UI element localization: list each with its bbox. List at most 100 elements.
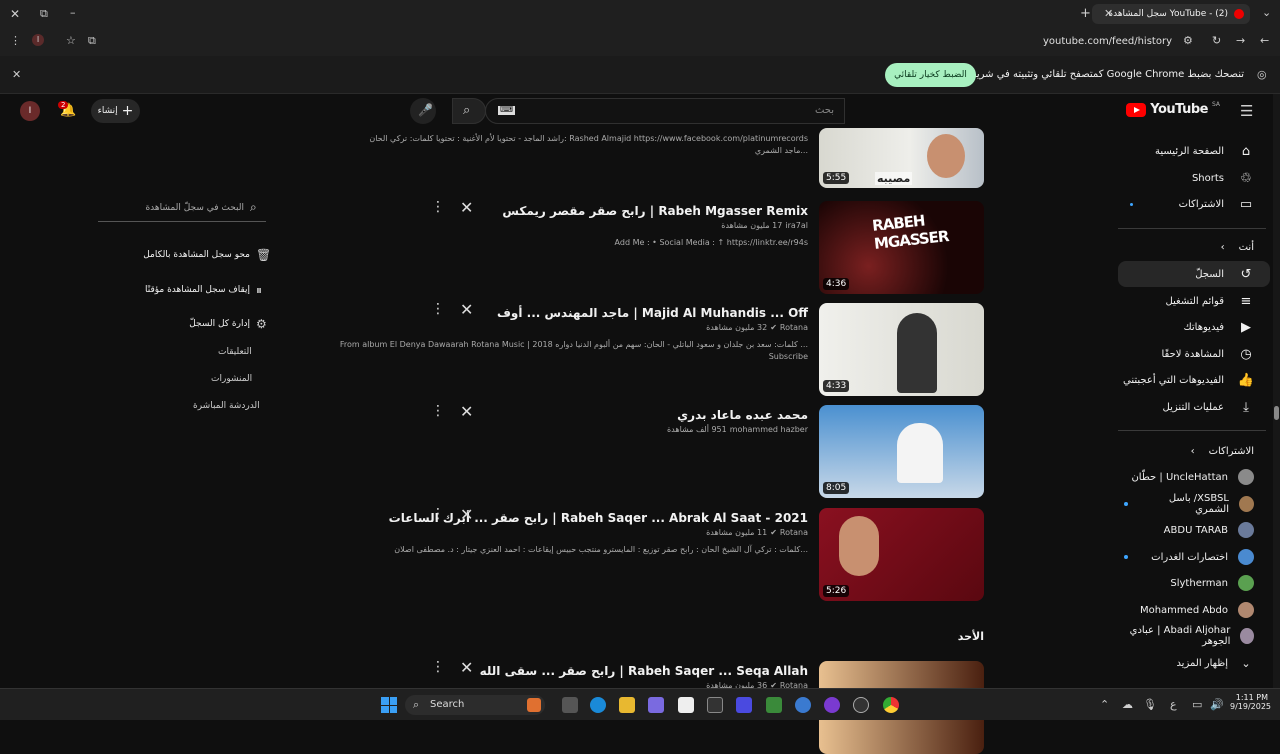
store-icon[interactable] <box>678 697 694 713</box>
taskbar-search[interactable]: ⌕ Search <box>405 695 545 715</box>
comments-link[interactable]: التعليقات <box>218 347 252 357</box>
manage-history-button[interactable]: ⚙ إدارة كل السجلّ <box>160 315 270 333</box>
channel-name[interactable]: Rotana <box>780 528 808 537</box>
sidebar-you-header[interactable]: أنت › <box>1118 234 1280 260</box>
sidebar-subscription[interactable]: UncleHattan | حطّان <box>1118 465 1280 489</box>
show-more-button[interactable]: ⌄ إظهار المزيد <box>1118 651 1280 675</box>
close-window-icon[interactable]: ✕ <box>10 8 20 20</box>
clear-history-button[interactable]: 🗑 محو سجل المشاهدة بالكامل <box>143 246 271 264</box>
tray-chevron-icon[interactable]: ⌃ <box>1100 699 1109 710</box>
sidebar-item-liked[interactable]: 👍 الفيديوهات التي أعجبتني <box>1118 367 1280 393</box>
remove-from-history-icon[interactable]: ✕ <box>460 300 473 319</box>
edge-icon[interactable] <box>590 697 606 713</box>
forward-icon[interactable]: → <box>1236 35 1245 46</box>
display-icon[interactable]: ▭ <box>1192 699 1202 710</box>
sidebar-subscription[interactable]: Mohammed Abdo <box>1118 598 1280 622</box>
video-thumbnail[interactable]: 4:33 <box>819 303 984 396</box>
video-title[interactable]: رابح صقر مقصر ريمكس | Rabeh Mgasser Remi… <box>502 204 808 218</box>
voice-search-button[interactable]: 🎤 <box>410 98 436 124</box>
remove-from-history-icon[interactable]: ✕ <box>460 198 473 217</box>
minimize-window-icon[interactable]: – <box>70 7 76 18</box>
sidebar-item-home[interactable]: ⌂ الصفحة الرئيسية <box>1118 138 1280 164</box>
globe-icon[interactable] <box>795 697 811 713</box>
remove-from-history-icon[interactable]: ✕ <box>460 505 473 524</box>
close-tab-icon[interactable]: ✕ <box>1104 8 1113 19</box>
page-scrollbar[interactable] <box>1273 94 1280 688</box>
bookmark-star-icon[interactable]: ☆ <box>66 35 76 46</box>
video-thumbnail[interactable]: 5:26 <box>819 508 984 601</box>
menu-dots-icon[interactable]: ⋮ <box>10 35 21 46</box>
chrome-taskbar-icon[interactable] <box>883 697 899 713</box>
avatar[interactable]: I <box>20 101 40 121</box>
search-input[interactable]: بحث ⌨ <box>485 98 845 124</box>
video-title[interactable]: رابح صقر ... أبرك الساعات | Rabeh Saqer … <box>389 511 808 525</box>
copilot-icon[interactable] <box>648 697 664 713</box>
channel-avatar <box>1238 549 1254 565</box>
channel-name[interactable]: Rotana <box>780 323 808 332</box>
sidebar-item-download[interactable]: ⤓ عمليات التنزيل <box>1118 394 1280 420</box>
language-icon[interactable]: ع <box>1170 699 1177 710</box>
guide-menu-icon[interactable]: ☰ <box>1240 104 1253 119</box>
sidebar-item-history[interactable]: ↺ السجلّ <box>1118 261 1270 287</box>
sidebar-item-playlists[interactable]: ≡ قوائم التشغيل <box>1118 288 1280 314</box>
more-actions-icon[interactable]: ⋮ <box>431 659 445 675</box>
keyboard-icon[interactable]: ⌨ <box>498 106 515 115</box>
clock[interactable]: 1:11 PM 9/19/2025 <box>1230 693 1271 711</box>
video-title[interactable]: محمد عبده ماعاد بدري <box>677 408 808 422</box>
posts-link[interactable]: المنشورات <box>211 374 252 384</box>
video-thumbnail[interactable]: 8:05 <box>819 405 984 498</box>
sidebar-subscriptions-header[interactable]: الاشتراكات › <box>1118 438 1280 464</box>
sidebar-item-watch-later[interactable]: ◷ المشاهدة لاحقًا <box>1118 341 1280 367</box>
sidebar-subscription[interactable]: ABDU TARAB <box>1118 518 1280 542</box>
pause-history-button[interactable]: ⏸ إيقاف سجل المشاهدة مؤقتًا <box>145 281 270 299</box>
file-explorer-icon[interactable] <box>619 697 635 713</box>
browser-tab[interactable]: YouTube - (2) سجل المشاهدة <box>1092 4 1250 24</box>
site-settings-icon[interactable]: ⚙ <box>1183 35 1193 46</box>
sidebar-subscription[interactable]: Slytherman <box>1118 571 1280 595</box>
set-default-button[interactable]: الضبط كخيار تلقائي <box>885 63 976 87</box>
reload-icon[interactable]: ↻ <box>1212 35 1221 46</box>
app-icon[interactable] <box>707 697 723 713</box>
channel-name[interactable]: mohammed hazber <box>730 425 808 434</box>
video-title[interactable]: ماجد المهندس ... أوف | Majid Al Muhandis… <box>497 306 808 320</box>
tab-search-icon[interactable]: ⌄ <box>1262 7 1271 18</box>
sidebar-subscription[interactable]: اختصارات الغدرات <box>1118 545 1280 569</box>
remove-from-history-icon[interactable]: ✕ <box>460 402 473 421</box>
more-actions-icon[interactable]: ⋮ <box>431 301 445 317</box>
vpn-icon[interactable] <box>736 697 752 713</box>
video-title[interactable]: رابح صقر ... سقى الله | Rabeh Saqer ... … <box>480 664 808 678</box>
live-chat-link[interactable]: الدردشة المباشرة <box>193 401 260 411</box>
volume-icon[interactable]: 🔊 <box>1210 699 1224 710</box>
close-infobar-icon[interactable]: ✕ <box>12 69 21 80</box>
network-icon[interactable]: ☁ <box>1122 699 1133 710</box>
profile-icon[interactable]: I <box>32 34 44 46</box>
restore-window-icon[interactable]: ⧉ <box>40 8 48 19</box>
back-icon[interactable]: ← <box>1260 35 1269 46</box>
video-thumbnail[interactable]: مصيبه 5:55 <box>819 128 984 188</box>
remove-from-history-icon[interactable]: ✕ <box>460 658 473 677</box>
install-app-icon[interactable]: ⧉ <box>88 35 96 46</box>
video-thumbnail[interactable]: RABEH MGASSER 4:36 <box>819 201 984 294</box>
mic-tray-icon[interactable]: 🎙 <box>1143 699 1157 710</box>
discord-icon[interactable] <box>824 697 840 713</box>
history-search-input[interactable]: ⌕ البحث في سجلّ المشاهدة <box>98 196 266 222</box>
more-actions-icon[interactable]: ⋮ <box>431 506 445 522</box>
sidebar-item-shorts[interactable]: ♲ Shorts <box>1118 165 1280 191</box>
youtube-logo[interactable]: YouTube SA <box>1126 101 1220 117</box>
xbox-icon[interactable] <box>766 697 782 713</box>
windows-start-icon[interactable] <box>381 697 397 713</box>
sidebar-item-your-videos[interactable]: ▶ فيديوهاتك <box>1118 314 1280 340</box>
steam-icon[interactable] <box>853 697 869 713</box>
more-actions-icon[interactable]: ⋮ <box>431 199 445 215</box>
url-text[interactable]: youtube.com/feed/history <box>1043 36 1172 47</box>
task-view-icon[interactable] <box>562 697 578 713</box>
search-button[interactable]: ⌕ <box>452 98 486 124</box>
channel-name[interactable]: ira7al <box>785 221 808 230</box>
new-tab-icon[interactable]: + <box>1080 7 1091 20</box>
sidebar-subscription[interactable]: Abadi Aljohar | عبادي الجوهر <box>1118 624 1280 648</box>
sidebar-subscription[interactable]: XSBSL/ باسل الشمري <box>1118 492 1280 516</box>
more-actions-icon[interactable]: ⋮ <box>431 403 445 419</box>
create-button[interactable]: + إنشاء <box>91 99 140 123</box>
sidebar-item-subscriptions[interactable]: ▭ الاشتراكات <box>1118 191 1280 217</box>
scrollbar-thumb[interactable] <box>1274 406 1279 420</box>
